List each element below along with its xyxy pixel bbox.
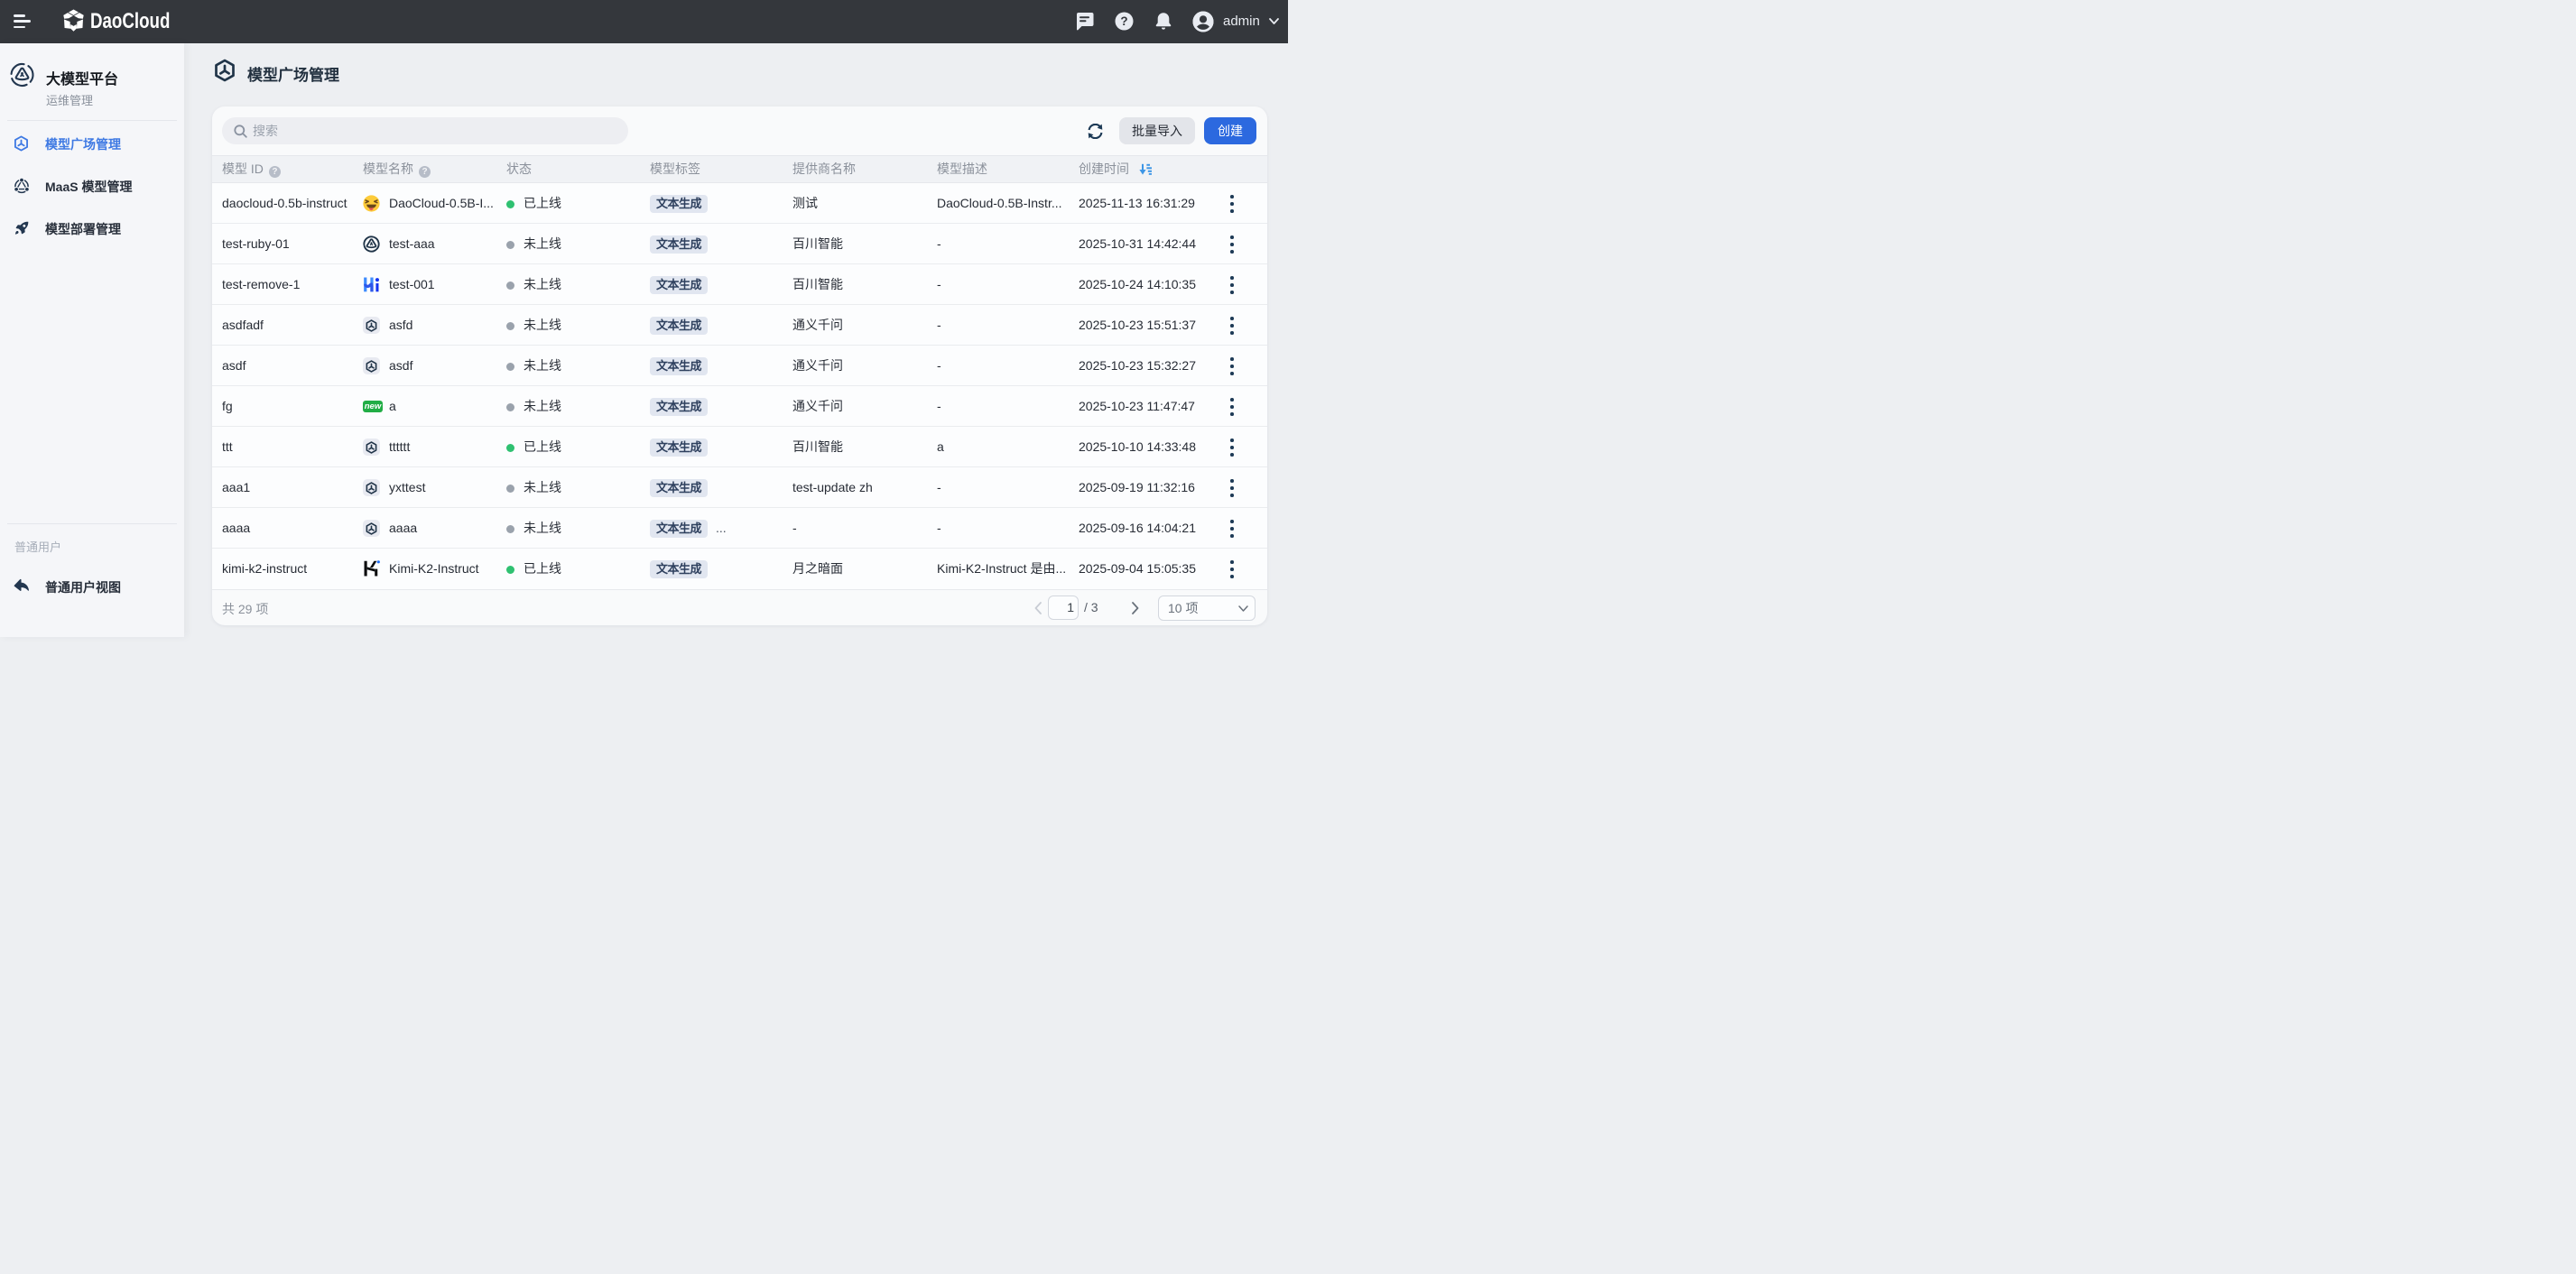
svg-text:?: ? [1120, 14, 1127, 28]
